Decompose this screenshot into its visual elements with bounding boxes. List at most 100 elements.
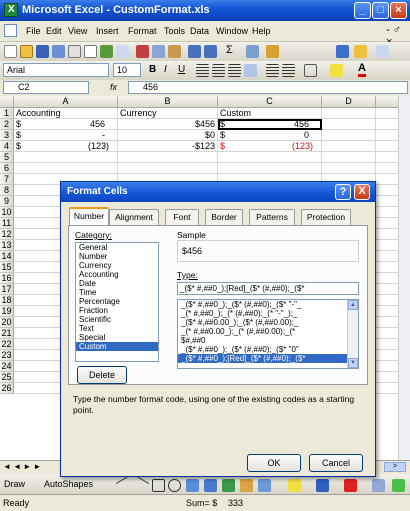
row-header[interactable]: 2 [0,119,14,130]
dialog-close-button[interactable]: X [354,184,370,200]
type-item[interactable]: _($* #,##0_);_($* (#,##0);_($* "0" [178,345,348,354]
permission-icon[interactable] [52,45,65,58]
open-icon[interactable] [20,45,33,58]
row-header[interactable]: 21 [0,328,14,339]
scroll-up-button[interactable]: ▲ [348,300,358,310]
save-icon[interactable] [36,45,49,58]
tab-font[interactable]: Font [165,209,199,225]
research-icon[interactable] [116,45,129,58]
draw-fill-color-icon[interactable] [288,479,301,492]
row-header[interactable]: 20 [0,317,14,328]
name-box[interactable]: C2 [3,81,89,94]
tab-number[interactable]: Number [69,207,109,226]
wordart-icon[interactable] [204,479,217,492]
autoshapes-menu[interactable]: AutoShapes [44,479,93,489]
cell-a4[interactable]: $ (123) [14,141,118,152]
sort-ascending-icon[interactable] [246,45,259,58]
row-header[interactable]: 26 [0,383,14,394]
cell-c1[interactable]: Custom [218,108,322,119]
row-header[interactable]: 18 [0,295,14,306]
grid-row[interactable] [14,163,398,174]
cell-c2-selected[interactable]: $ 456 [218,119,322,130]
copy-icon[interactable] [152,45,165,58]
merge-center-icon[interactable] [244,64,257,77]
font-size-box[interactable]: 10 [113,63,141,77]
menu-format[interactable]: Format [128,26,157,36]
category-item[interactable]: Text [76,324,158,333]
spelling-icon[interactable] [100,45,113,58]
cell-a1[interactable]: Accounting [14,108,118,119]
menu-file[interactable]: File [26,26,41,36]
print-icon[interactable] [68,45,81,58]
cell-b3[interactable]: $0 [118,130,218,141]
autosum-button[interactable]: Σ [226,44,233,56]
vertical-scrollbar[interactable] [398,96,410,460]
row-header[interactable]: 15 [0,262,14,273]
fill-color-icon[interactable] [330,64,343,77]
arrow-icon[interactable] [131,476,150,495]
row-header[interactable]: 16 [0,273,14,284]
rectangle-icon[interactable] [152,479,165,492]
type-item[interactable]: _($* #,##0_);[Red]_($* (#,##0);_($* [178,354,348,363]
dialog-title-bar[interactable]: Format Cells ? X [61,182,375,202]
grid-row[interactable] [14,152,398,163]
menu-view[interactable]: View [68,26,87,36]
category-item[interactable]: Scientific [76,315,158,324]
tab-alignment[interactable]: Alignment [109,209,159,225]
type-item[interactable]: _(* #,##0.00_);_(* (#,##0.00);_(* [178,327,348,336]
menu-edit[interactable]: Edit [46,26,62,36]
insert-function-button[interactable]: fx [110,82,117,92]
category-item[interactable]: Special [76,333,158,342]
cell-b1[interactable]: Currency [118,108,218,119]
type-item[interactable]: _(* #,##0_);_(* (#,##0);_(* "-"_);_ [178,309,348,318]
row-header[interactable]: 7 [0,174,14,185]
tab-border[interactable]: Border [205,209,243,225]
align-right-icon[interactable] [228,64,241,77]
column-header-b[interactable]: B [118,96,218,108]
row-header[interactable]: 25 [0,372,14,383]
column-header-a[interactable]: A [14,96,118,108]
textbox-icon[interactable] [186,479,199,492]
line-color-icon[interactable] [316,479,329,492]
menu-window[interactable]: Window [216,26,248,36]
undo-icon[interactable] [188,45,201,58]
ok-button[interactable]: OK [247,454,301,472]
italic-button[interactable]: I [164,64,167,75]
row-header[interactable]: 4 [0,141,14,152]
row-header[interactable]: 19 [0,306,14,317]
align-center-icon[interactable] [212,64,225,77]
select-all-corner[interactable] [0,96,14,108]
type-listbox[interactable]: _($* #,##0_);_($* (#,##0);_($* "-"_ _(* #… [177,299,359,369]
borders-icon[interactable] [304,64,317,77]
dialog-help-button[interactable]: ? [335,184,351,200]
line-style-icon[interactable] [372,479,385,492]
category-listbox[interactable]: General Number Currency Accounting Date Time P… [75,242,159,362]
type-item[interactable]: _($* #,##0_);_($* (#,##0);_($* "-"_ [178,300,348,309]
cut-icon[interactable] [136,45,149,58]
row-header[interactable]: 9 [0,196,14,207]
increase-indent-icon[interactable] [282,64,295,77]
category-item[interactable]: Number [76,252,158,261]
maximize-button[interactable]: □ [372,2,389,19]
row-header[interactable]: 1 [0,108,14,119]
menu-data[interactable]: Data [190,26,209,36]
toolbar-options-icon[interactable] [376,45,389,58]
row-header[interactable]: 24 [0,361,14,372]
formula-input[interactable]: 456 [128,81,408,94]
row-header[interactable]: 22 [0,339,14,350]
menu-insert[interactable]: Insert [96,26,119,36]
column-header-d[interactable]: D [322,96,376,108]
row-header[interactable]: 8 [0,185,14,196]
sheet-scroll-buttons[interactable]: ◄ ◄ ► ► [3,462,41,471]
cell-b2[interactable]: $456 [118,119,218,130]
diagram-icon[interactable] [222,479,235,492]
row-header[interactable]: 10 [0,207,14,218]
excel-app-icon[interactable] [4,3,18,17]
row-header[interactable]: 23 [0,350,14,361]
underline-button[interactable]: U [178,64,185,75]
row-header[interactable]: 6 [0,163,14,174]
draw-menu[interactable]: Draw [4,479,25,489]
scroll-down-button[interactable]: ▼ [348,358,358,368]
new-icon[interactable] [4,45,17,58]
tab-patterns[interactable]: Patterns [249,209,295,225]
